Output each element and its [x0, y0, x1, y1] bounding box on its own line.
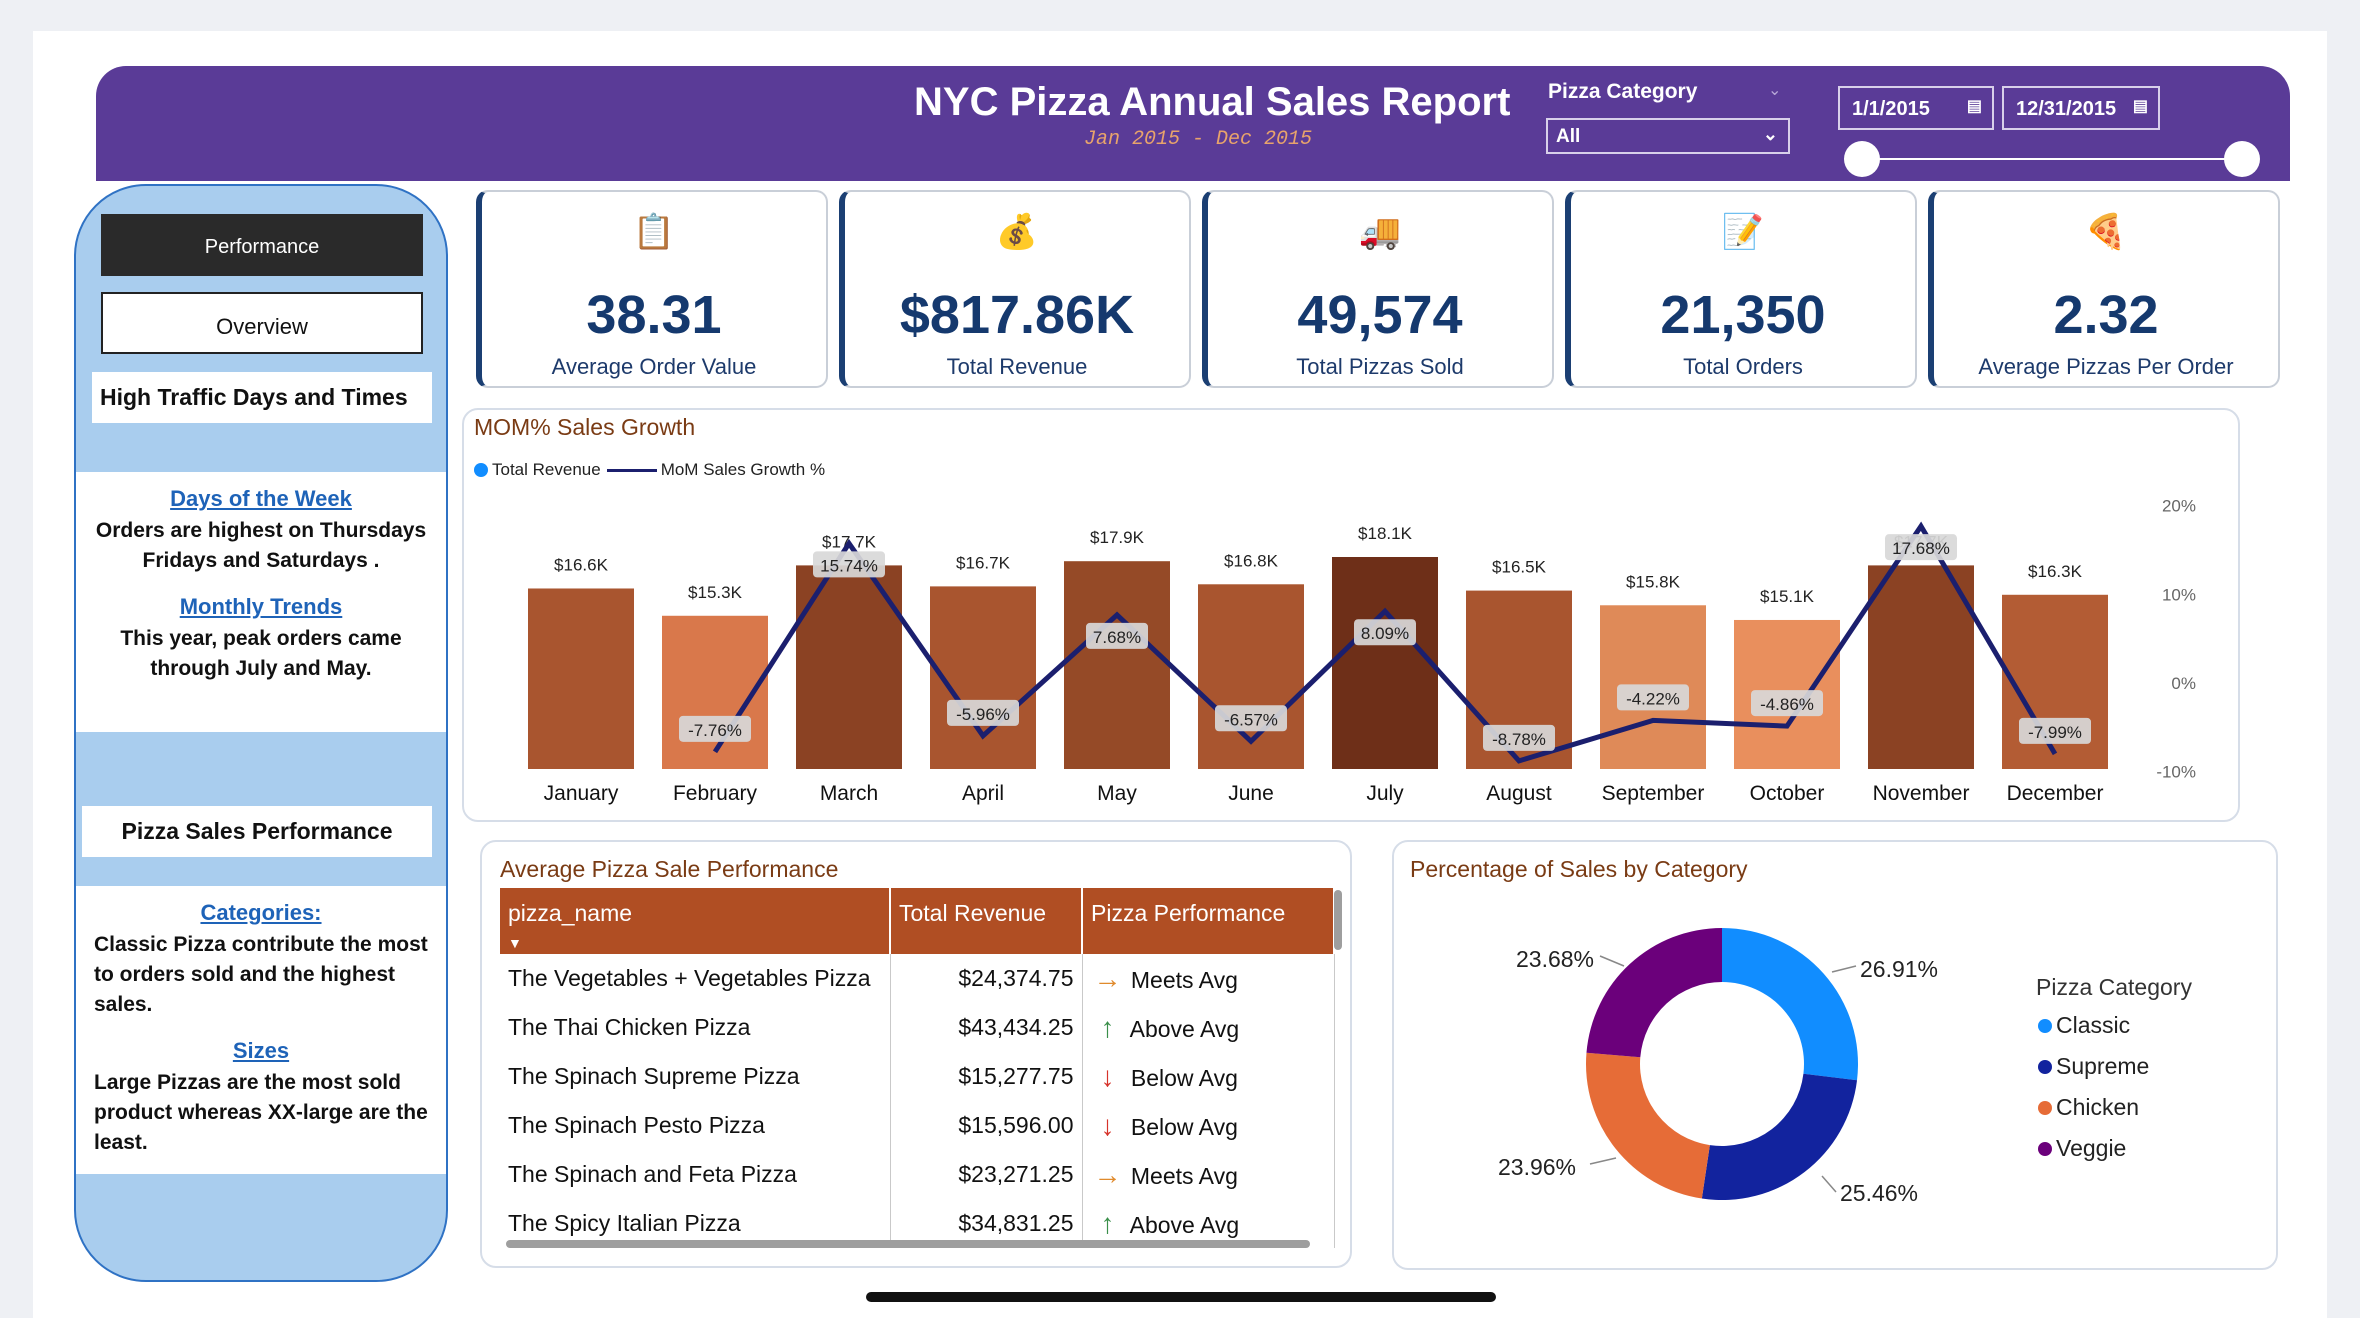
donut-slice-classic: [1722, 928, 1858, 1081]
legend-item-classic[interactable]: Classic: [2038, 1012, 2130, 1039]
legend-dot-icon: [2038, 1100, 2052, 1115]
category-donut-svg: [1585, 928, 1858, 1201]
legend-dot-icon: [2038, 1059, 2052, 1074]
legend-dot-icon: [2038, 1018, 2052, 1033]
leader-line: [1821, 1175, 1837, 1193]
legend-item-veggie[interactable]: Veggie: [2038, 1135, 2126, 1162]
legend-item-supreme[interactable]: Supreme: [2038, 1053, 2149, 1080]
donut-slice-veggie: [1586, 928, 1722, 1058]
legend-item-chicken[interactable]: Chicken: [2038, 1094, 2139, 1121]
leader-line: [1589, 1157, 1617, 1165]
leader-line: [1831, 965, 1857, 973]
slice-label-classic: 26.91%: [1860, 956, 1939, 982]
home-indicator: [866, 1292, 1496, 1302]
donut-slice-supreme: [1701, 1073, 1858, 1201]
legend-dot-icon: [2038, 1141, 2052, 1156]
leader-line: [1599, 955, 1625, 967]
slice-label-veggie: 23.68%: [1516, 946, 1595, 972]
slice-label-supreme: 25.46%: [1840, 1180, 1919, 1206]
slice-label-chicken: 23.96%: [1498, 1154, 1577, 1180]
donut-slice-chicken: [1585, 1052, 1710, 1199]
pie-legend-title: Pizza Category: [2036, 974, 2192, 1000]
